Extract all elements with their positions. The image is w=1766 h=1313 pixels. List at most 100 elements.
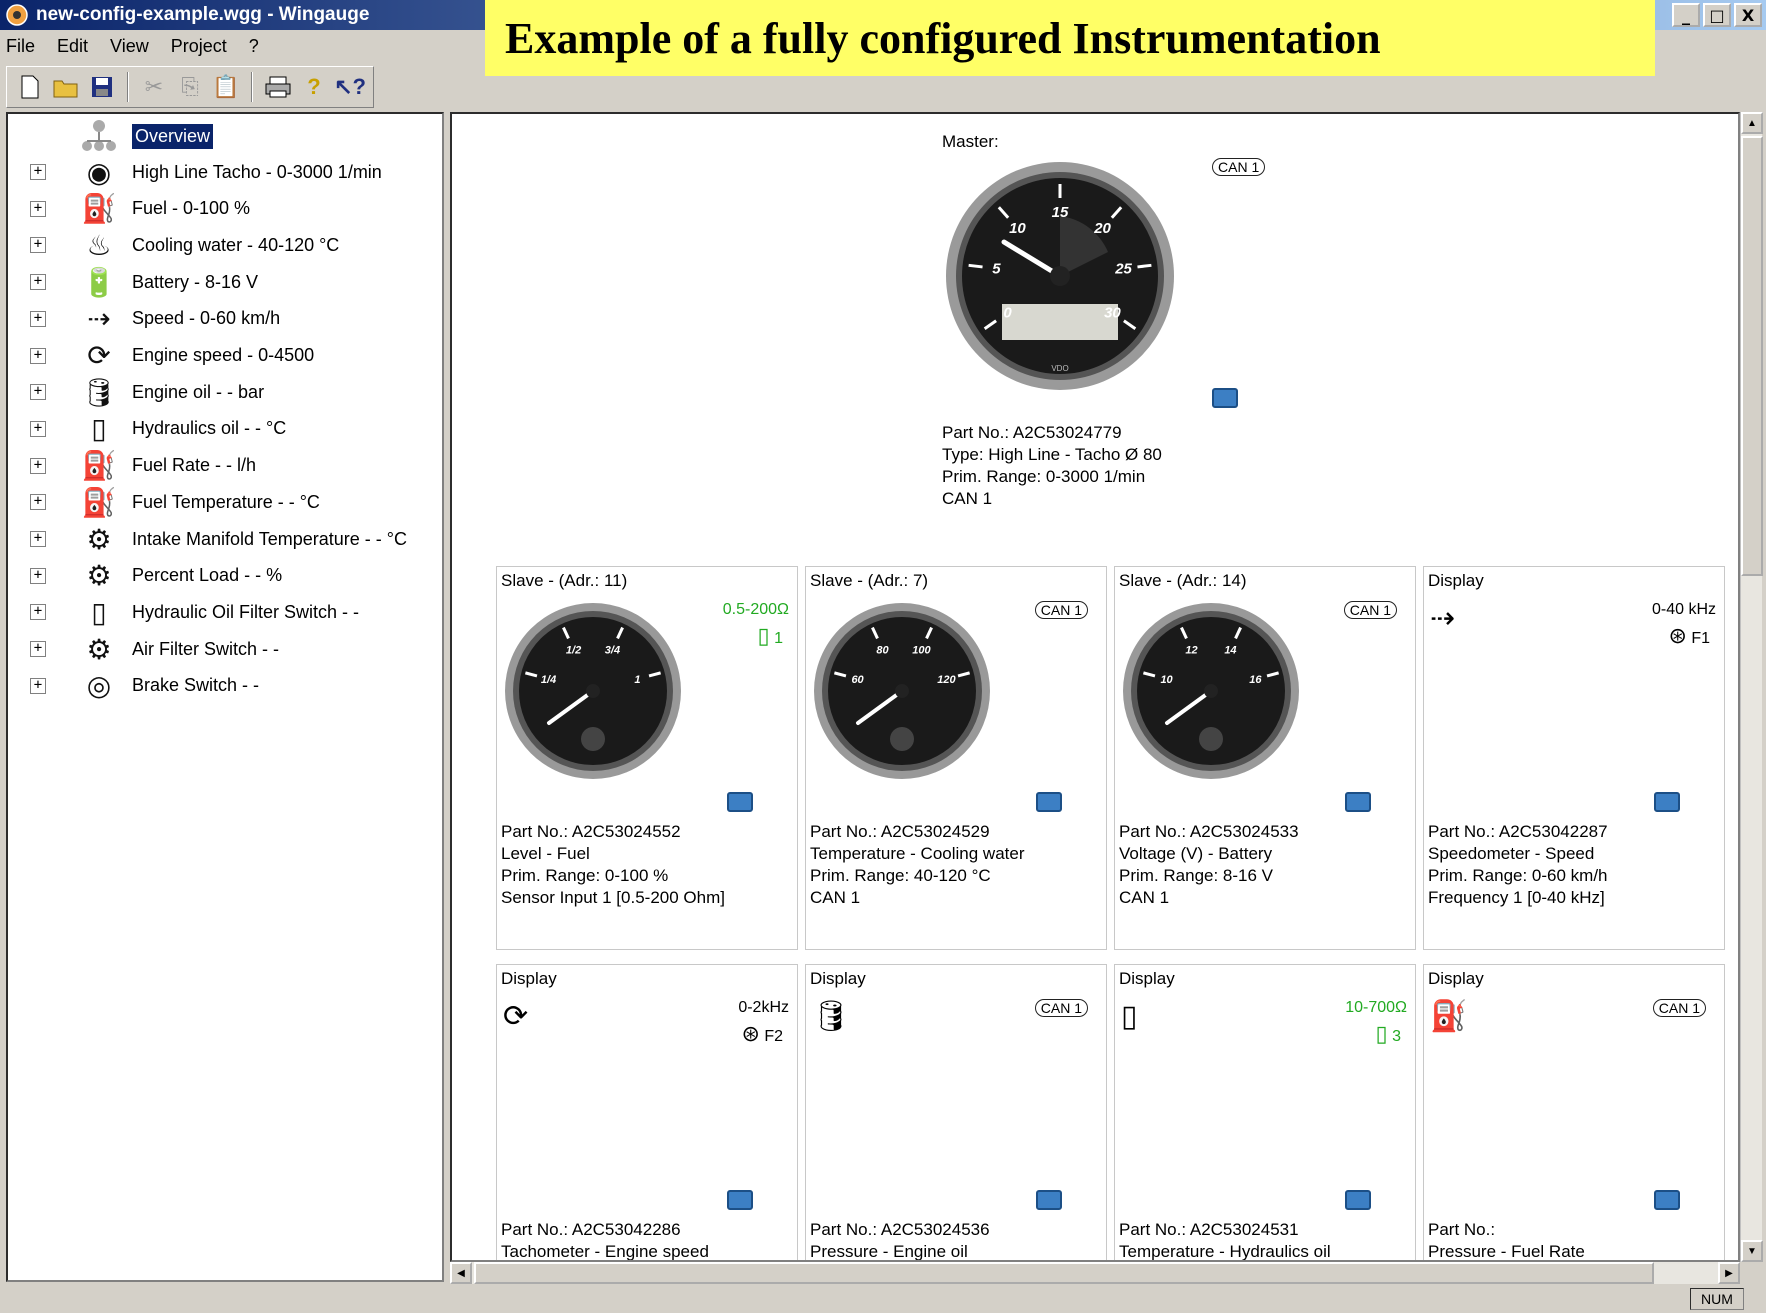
scroll-down-icon[interactable]: ▼	[1741, 1240, 1763, 1262]
instrument-card[interactable]: Slave - (Adr.: 7) CAN 1 60 80 100 120 Part No.…	[805, 566, 1107, 950]
card-info: Part No.: A2C53042287 Speedometer - Speed…	[1428, 821, 1608, 909]
slave-gauge[interactable]: 60 80 100 120	[810, 599, 994, 783]
expand-icon[interactable]: +	[30, 457, 46, 474]
hydraulic-oil-icon: ▯	[1121, 1000, 1138, 1033]
menu-file[interactable]: File	[6, 36, 35, 57]
horizontal-scrollbar[interactable]: ◀ ▶	[450, 1262, 1740, 1284]
display-settings-icon[interactable]	[1345, 792, 1371, 812]
expand-icon[interactable]: +	[30, 567, 46, 584]
display-settings-icon[interactable]	[1212, 388, 1238, 408]
can-badge: CAN 1	[1034, 999, 1088, 1017]
oil-can-icon: 🛢	[81, 376, 117, 408]
tree-item[interactable]: + ⛽ Fuel - 0-100 %	[8, 191, 438, 227]
tree-item[interactable]: + ⇢ Speed - 0-60 km/h	[8, 301, 438, 337]
display-settings-icon[interactable]	[1036, 1190, 1062, 1210]
expand-icon[interactable]: +	[30, 164, 46, 180]
tree-item[interactable]: + ◎ Brake Switch - -	[8, 668, 438, 704]
expand-icon[interactable]: +	[30, 237, 46, 254]
tree-item[interactable]: + 🛢 Engine oil - - bar	[8, 374, 438, 410]
window-controls: _ □ X	[1672, 3, 1762, 27]
scroll-thumb[interactable]	[474, 1262, 1654, 1284]
display-settings-icon[interactable]	[1654, 1190, 1680, 1210]
expand-icon[interactable]: +	[30, 420, 46, 437]
master-tacho-gauge[interactable]: 0 5 10 15 20 25 30 VDO	[940, 156, 1180, 396]
card-info-line: Sensor Input 1 [0.5-200 Ohm]	[501, 888, 725, 907]
tree-item-label: Air Filter Switch - -	[132, 638, 280, 659]
instrument-card[interactable]: Display CAN 1 ⛽ Part No.: Pressure - Fuel Ra…	[1423, 964, 1725, 1260]
input-range: 10-700Ω	[1345, 999, 1407, 1016]
card-title: Display	[810, 969, 866, 988]
context-help-icon[interactable]: ↖?	[334, 72, 366, 102]
instrument-card[interactable]: Slave - (Adr.: 14) CAN 1 10 12 14 16 Part No.:…	[1114, 566, 1416, 950]
instrument-card[interactable]: Display 10-700Ω ▯ 3 ▯ Part No.: A2C53024531 T…	[1114, 964, 1416, 1260]
oil-filter-icon: ▯	[91, 596, 107, 628]
scroll-up-icon[interactable]: ▲	[1741, 112, 1763, 134]
scroll-thumb[interactable]	[1741, 136, 1763, 576]
tree-item[interactable]: + ▯ Hydraulic Oil Filter Switch - -	[8, 594, 438, 630]
gauge-tick-label: 12	[1185, 644, 1197, 656]
maximize-button[interactable]: □	[1703, 3, 1731, 27]
expand-icon[interactable]: +	[30, 641, 46, 658]
tree-item[interactable]: + ⚙ Percent Load - - %	[8, 558, 438, 594]
instrument-card[interactable]: Display CAN 1 🛢 Part No.: A2C53024536 Pressu…	[805, 964, 1107, 1260]
gauge-tick-label: 16	[1249, 674, 1262, 686]
minimize-button[interactable]: _	[1672, 3, 1700, 27]
tree-item[interactable]: + ⛽ Fuel Rate - - l/h	[8, 448, 438, 484]
copy-icon[interactable]: ⎘	[175, 72, 205, 102]
tree-item[interactable]: + ♨ Cooling water - 40-120 °C	[8, 227, 438, 263]
close-button[interactable]: X	[1734, 3, 1762, 27]
card-info-line: Part No.: A2C53024531	[1119, 1220, 1299, 1239]
tree-item[interactable]: + ⛽ Fuel Temperature - - °C	[8, 484, 438, 520]
slave-gauge[interactable]: 10 12 14 16	[1119, 599, 1303, 783]
tree-item-label: Hydraulics oil - - °C	[132, 418, 287, 439]
cut-icon[interactable]: ✂	[139, 72, 169, 102]
slave-gauge[interactable]: 1/4 1/2 3/4 1	[501, 599, 685, 783]
card-info-line: Speedometer - Speed	[1428, 844, 1595, 863]
expand-icon[interactable]: +	[30, 310, 46, 327]
scroll-left-icon[interactable]: ◀	[450, 1262, 472, 1284]
help-icon[interactable]: ?	[299, 72, 329, 102]
tree-item[interactable]: + 🔋 Battery - 8-16 V	[8, 264, 438, 300]
tree-item-label: Speed - 0-60 km/h	[132, 308, 281, 329]
display-settings-icon[interactable]	[727, 792, 753, 812]
expand-icon[interactable]: +	[30, 200, 46, 217]
open-icon[interactable]	[51, 72, 81, 102]
tree-item-label: Percent Load - - %	[132, 565, 283, 586]
display-settings-icon[interactable]	[1654, 792, 1680, 812]
expand-icon[interactable]: +	[30, 604, 46, 621]
gauge-tick-label: 14	[1224, 644, 1236, 656]
tree-item[interactable]: + ⚙ Intake Manifold Temperature - - °C	[8, 521, 438, 557]
save-icon[interactable]	[87, 72, 117, 102]
instrument-card[interactable]: Slave - (Adr.: 11) 0.5-200Ω ▯ 1 1/4 1/2 3/4 1 P…	[496, 566, 798, 950]
display-settings-icon[interactable]	[1036, 792, 1062, 812]
display-settings-icon[interactable]	[1345, 1190, 1371, 1210]
scroll-right-icon[interactable]: ▶	[1718, 1262, 1740, 1284]
tree-item-label: Brake Switch - -	[132, 675, 260, 696]
print-icon[interactable]	[263, 72, 293, 102]
tree-item[interactable]: + ▯ Hydraulics oil - - °C	[8, 411, 438, 447]
menu-project[interactable]: Project	[171, 36, 227, 57]
new-icon[interactable]	[15, 72, 45, 102]
paste-icon[interactable]: 📋	[211, 72, 241, 102]
tree-item[interactable]: + ◉ High Line Tacho - 0-3000 1/min	[8, 154, 438, 190]
master-prim-range: Prim. Range: 0-3000 1/min	[942, 467, 1146, 486]
expand-icon[interactable]: +	[30, 274, 46, 291]
tree-item[interactable]: + ⚙ Air Filter Switch - -	[8, 631, 438, 667]
vertical-scrollbar[interactable]: ▲ ▼	[1740, 112, 1763, 1262]
input-range: 0.5-200Ω	[722, 601, 789, 618]
expand-icon[interactable]: +	[30, 531, 46, 547]
menu-view[interactable]: View	[110, 36, 149, 57]
instrument-card[interactable]: Display 0-40 kHz ⊛ F1 ⇢ Part No.: A2C5304228…	[1423, 566, 1725, 950]
tree-item[interactable]: + ⟳ Engine speed - 0-4500	[8, 338, 438, 374]
display-settings-icon[interactable]	[727, 1190, 753, 1210]
expand-icon[interactable]: +	[30, 384, 46, 401]
expand-icon[interactable]: +	[30, 677, 46, 694]
expand-icon[interactable]: +	[30, 347, 46, 364]
expand-icon[interactable]: +	[30, 494, 46, 511]
tree-item-overview[interactable]: Overview	[8, 118, 438, 154]
menu-edit[interactable]: Edit	[57, 36, 88, 57]
instrument-card[interactable]: Display 0-2kHz ⊛ F2 ⟳ Part No.: A2C53042286 T…	[496, 964, 798, 1260]
card-info: Part No.: A2C53024533 Voltage (V) - Batte…	[1119, 821, 1299, 909]
menu-help[interactable]: ?	[249, 36, 259, 57]
gauge-tick-label: 25	[1114, 261, 1132, 278]
